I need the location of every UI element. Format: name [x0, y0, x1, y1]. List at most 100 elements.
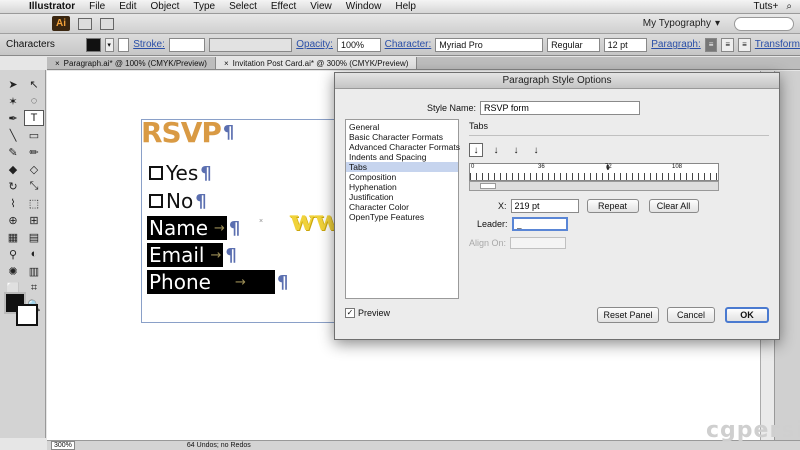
pencil-tool-icon[interactable]: ✏: [24, 144, 44, 160]
menu-type[interactable]: Type: [186, 1, 222, 12]
tab-ruler[interactable]: 0 36 72 108 ⬇: [469, 163, 719, 181]
character-link[interactable]: Character:: [385, 39, 432, 50]
variable-width-field[interactable]: [209, 37, 293, 52]
align-left-icon[interactable]: ≡: [704, 37, 718, 52]
column-graph-tool-icon[interactable]: ▥: [24, 263, 44, 279]
menu-edit[interactable]: Edit: [112, 1, 143, 12]
tab-paragraph-doc[interactable]: × Paragraph.ai* @ 100% (CMYK/Preview): [47, 57, 216, 69]
blob-brush-tool-icon[interactable]: ◆: [3, 161, 23, 177]
preview-option[interactable]: ✓ Preview: [345, 308, 390, 318]
selection-tool-icon[interactable]: ➤: [3, 76, 23, 92]
clear-all-button[interactable]: Clear All: [648, 199, 699, 213]
scale-tool-icon[interactable]: ⤡: [24, 178, 44, 194]
fill-dropdown[interactable]: ▾: [104, 37, 114, 52]
tab-position-input[interactable]: [510, 199, 579, 213]
tab-stop-marker-icon[interactable]: ⬇: [605, 164, 611, 172]
category-character-color[interactable]: Character Color: [346, 202, 458, 212]
rotate-tool-icon[interactable]: ↻: [3, 178, 23, 194]
stroke-swatch[interactable]: [117, 37, 130, 52]
user-menu[interactable]: Tuts+: [753, 1, 778, 12]
category-basic-character-formats[interactable]: Basic Character Formats: [346, 132, 458, 142]
free-transform-tool-icon[interactable]: ⬚: [24, 195, 44, 211]
font-size-field[interactable]: 12 pt: [603, 37, 648, 52]
category-tabs[interactable]: Tabs: [346, 162, 458, 172]
shape-builder-tool-icon[interactable]: ⊕: [3, 212, 23, 228]
menu-help[interactable]: Help: [388, 1, 423, 12]
width-tool-icon[interactable]: ⌇: [3, 195, 23, 211]
magic-wand-tool-icon[interactable]: ✶: [3, 93, 23, 109]
search-help-input[interactable]: [734, 17, 794, 31]
arrange-documents-icon[interactable]: [100, 17, 114, 30]
menu-effect[interactable]: Effect: [264, 1, 303, 12]
gradient-tool-icon[interactable]: ▤: [24, 229, 44, 245]
lasso-tool-icon[interactable]: ◌: [24, 93, 44, 109]
fill-swatch[interactable]: [86, 37, 101, 52]
center-justified-tab-icon[interactable]: ↓: [489, 143, 503, 157]
opacity-field[interactable]: 100%: [336, 37, 381, 52]
repeat-button[interactable]: Repeat: [586, 199, 639, 213]
ruler-scroll-thumb[interactable]: [480, 183, 496, 189]
rsvp-heading[interactable]: RSVP ¶: [141, 116, 234, 149]
spotlight-icon[interactable]: ⌕: [786, 1, 792, 12]
style-name-input[interactable]: [480, 101, 641, 115]
section-title: Tabs: [469, 121, 489, 131]
paintbrush-tool-icon[interactable]: ✎: [3, 144, 23, 160]
ruler-scrollbar[interactable]: [469, 181, 719, 191]
menu-file[interactable]: File: [82, 1, 112, 12]
menu-window[interactable]: Window: [339, 1, 389, 12]
workspace-switcher[interactable]: My Typography ▾: [643, 18, 720, 29]
menu-object[interactable]: Object: [143, 1, 186, 12]
close-icon[interactable]: ×: [55, 59, 60, 68]
rectangle-tool-icon[interactable]: ▭: [24, 127, 44, 143]
category-general[interactable]: General: [346, 122, 458, 132]
menu-select[interactable]: Select: [222, 1, 264, 12]
opacity-link[interactable]: Opacity:: [296, 39, 333, 50]
preview-checkbox[interactable]: ✓: [345, 308, 355, 318]
undo-status[interactable]: 64 Undos; no Redos: [187, 442, 251, 449]
category-justification[interactable]: Justification: [346, 192, 458, 202]
reset-panel-button[interactable]: Reset Panel: [597, 307, 659, 323]
fill-stroke-control[interactable]: [4, 292, 44, 332]
no-option[interactable]: No ¶: [149, 189, 207, 213]
category-advanced-character-formats[interactable]: Advanced Character Formats: [346, 142, 460, 152]
category-hyphenation[interactable]: Hyphenation: [346, 182, 458, 192]
bridge-icon[interactable]: [78, 17, 92, 30]
stroke-weight-field[interactable]: [168, 37, 206, 52]
menu-app[interactable]: Illustrator: [22, 1, 82, 12]
stroke-color-swatch[interactable]: [16, 304, 38, 326]
paragraph-link[interactable]: Paragraph:: [651, 39, 700, 50]
phone-field-line[interactable]: Phone → ¶: [147, 270, 288, 294]
mesh-tool-icon[interactable]: ▦: [3, 229, 23, 245]
align-right-icon[interactable]: ≡: [738, 37, 751, 52]
symbol-sprayer-tool-icon[interactable]: ✺: [3, 263, 23, 279]
zoom-level-field[interactable]: 300%: [51, 441, 75, 450]
name-field-line[interactable]: Name → ¶: [147, 216, 240, 240]
right-justified-tab-icon[interactable]: ↓: [509, 143, 523, 157]
tab-invitation-doc[interactable]: × Invitation Post Card.ai* @ 300% (CMYK/…: [215, 57, 418, 69]
cancel-button[interactable]: Cancel: [667, 307, 715, 323]
category-composition[interactable]: Composition: [346, 172, 458, 182]
line-tool-icon[interactable]: ╲: [3, 127, 23, 143]
category-indents-and-spacing[interactable]: Indents and Spacing: [346, 152, 458, 162]
font-family-field[interactable]: Myriad Pro: [435, 37, 544, 52]
leader-input[interactable]: [511, 217, 568, 231]
ok-button[interactable]: OK: [725, 307, 769, 323]
decimal-justified-tab-icon[interactable]: ↓: [529, 143, 543, 157]
pen-tool-icon[interactable]: ✒: [3, 110, 23, 126]
blend-tool-icon[interactable]: ◐: [24, 246, 44, 262]
align-center-icon[interactable]: ≡: [721, 37, 735, 52]
transform-link[interactable]: Transform: [755, 39, 800, 50]
left-justified-tab-icon[interactable]: ↓: [469, 143, 483, 157]
eraser-tool-icon[interactable]: ◇: [24, 161, 44, 177]
eyedropper-tool-icon[interactable]: ⚲: [3, 246, 23, 262]
type-tool-icon[interactable]: T: [24, 110, 44, 126]
yes-option[interactable]: Yes ¶: [149, 161, 212, 185]
perspective-grid-tool-icon[interactable]: ⊞: [24, 212, 44, 228]
email-field-line[interactable]: Email → ¶: [147, 243, 237, 267]
category-opentype-features[interactable]: OpenType Features: [346, 212, 458, 222]
close-icon[interactable]: ×: [224, 59, 229, 68]
menu-view[interactable]: View: [303, 1, 339, 12]
stroke-link[interactable]: Stroke:: [133, 39, 165, 50]
font-style-field[interactable]: Regular: [547, 37, 600, 52]
direct-selection-tool-icon[interactable]: ↖: [24, 76, 44, 92]
